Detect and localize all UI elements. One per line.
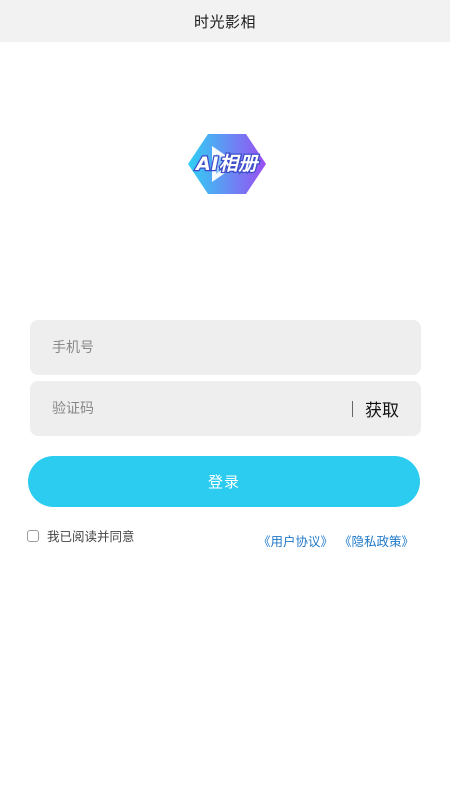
app-logo: AI相册 bbox=[186, 132, 268, 196]
phone-field bbox=[30, 320, 421, 375]
verification-code-input[interactable] bbox=[30, 381, 352, 436]
policy-links: 《用户协议》 《隐私政策》 bbox=[258, 531, 414, 550]
agree-checkbox[interactable] bbox=[27, 529, 39, 542]
code-field: 获取 bbox=[30, 381, 421, 436]
agreement-row: 我已阅读并同意 bbox=[27, 526, 135, 545]
get-code-button[interactable]: 获取 bbox=[365, 396, 421, 421]
logo-text: AI相册 bbox=[195, 152, 259, 177]
user-agreement-link[interactable]: 《用户协议》 bbox=[258, 531, 333, 550]
login-button[interactable]: 登录 bbox=[28, 456, 420, 507]
privacy-policy-link[interactable]: 《隐私政策》 bbox=[339, 531, 414, 550]
field-divider bbox=[351, 400, 353, 417]
page-title: 时光影相 bbox=[193, 12, 256, 31]
nav-bar: 时光影相 bbox=[0, 0, 450, 42]
agree-label: 我已阅读并同意 bbox=[47, 529, 135, 544]
phone-input[interactable] bbox=[30, 320, 421, 375]
login-page: 时光影相 AI相册 获取 登录 我已阅读并同意 《用户协议》 《隐私政策》 bbox=[0, 0, 450, 800]
